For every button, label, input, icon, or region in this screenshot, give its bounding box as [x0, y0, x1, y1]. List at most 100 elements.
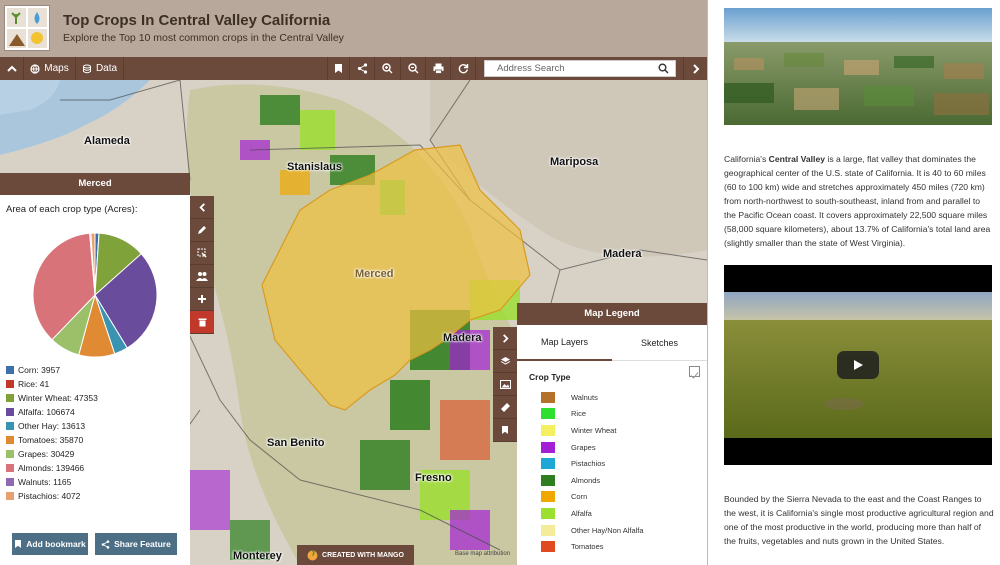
print-button[interactable]	[426, 57, 451, 80]
share-feature-button[interactable]: Share Feature	[95, 533, 177, 555]
address-search-input[interactable]	[485, 61, 655, 76]
basemap-button[interactable]	[493, 373, 517, 396]
app-logo	[4, 5, 50, 51]
crop-legend-label: Almonds	[571, 475, 601, 485]
intro-paragraph: California's Central Valley is a large, …	[724, 152, 994, 250]
crop-legend-label: Pistachios	[571, 459, 606, 469]
video-player[interactable]	[724, 265, 992, 465]
pie-legend-item: Grapes: 30429	[6, 447, 98, 461]
globe-icon	[30, 63, 40, 74]
crop-color-swatch	[541, 541, 555, 553]
pie-legend-item: Pistachios: 4072	[6, 489, 98, 503]
legend-swatch	[6, 436, 14, 444]
add-feature-button[interactable]	[190, 288, 214, 311]
pie-legend-label: Grapes: 30429	[18, 449, 75, 459]
tab-map-layers[interactable]: Map Layers	[517, 325, 612, 361]
county-info-panel: Merced Area of each crop type (Acres): C…	[0, 173, 190, 565]
refresh-button[interactable]	[451, 57, 476, 80]
crop-color-swatch	[541, 391, 555, 403]
select-area-icon	[197, 248, 207, 258]
collapse-header-button[interactable]	[0, 57, 24, 80]
crop-legend-label: Tomatoes	[571, 542, 604, 552]
intro-bold-term: Central Valley	[768, 154, 826, 164]
image-icon	[499, 379, 511, 389]
measure-button[interactable]	[493, 396, 517, 419]
zoom-in-button[interactable]	[375, 57, 401, 80]
pie-legend-label: Pistachios: 4072	[18, 491, 81, 501]
legend-tools	[493, 327, 517, 442]
layers-button[interactable]	[493, 350, 517, 373]
main-toolbar: Maps Data	[0, 57, 707, 80]
crop-legend-item: Almonds	[541, 472, 644, 489]
crop-legend-label: Rice	[571, 409, 587, 419]
county-label-san-benito: San Benito	[267, 437, 325, 449]
data-label: Data	[95, 63, 118, 74]
bookmark-tool-button[interactable]	[327, 57, 350, 80]
legend-swatch	[6, 478, 14, 486]
crop-color-swatch	[541, 424, 555, 436]
crop-legend-label: Winter Wheat	[571, 425, 617, 435]
address-search-box	[484, 60, 676, 77]
draw-tool-button[interactable]	[190, 219, 214, 242]
collapse-panel-button[interactable]	[190, 196, 214, 219]
share-feature-label: Share Feature	[114, 539, 171, 549]
collapse-legend-button[interactable]	[493, 327, 517, 350]
crop-legend-label: Alfalfa	[571, 508, 592, 518]
pie-legend-item: Tomatoes: 35870	[6, 433, 98, 447]
pie-legend-item: Almonds: 139466	[6, 461, 98, 475]
select-area-button[interactable]	[190, 242, 214, 265]
zoom-out-button[interactable]	[401, 57, 426, 80]
chevron-right-icon	[692, 63, 699, 74]
crop-legend-item: Alfalfa	[541, 505, 644, 522]
print-icon	[433, 63, 443, 74]
app-root: Top Crops In Central Valley California E…	[0, 0, 1000, 565]
mango-logo-icon	[307, 549, 318, 560]
crop-area-pie-chart[interactable]	[30, 230, 160, 360]
plus-icon	[198, 295, 206, 303]
crop-color-swatch	[541, 524, 555, 536]
county-label-madera: Madera	[443, 332, 482, 344]
county-panel-tools	[190, 196, 214, 334]
chart-title: Area of each crop type (Acres):	[6, 204, 138, 215]
group-tool-button[interactable]	[190, 265, 214, 288]
mango-badge-label: CREATED WITH MANGO	[322, 551, 404, 559]
legend-swatch	[6, 422, 14, 430]
zoom-out-icon	[407, 63, 418, 74]
pie-legend-label: Rice: 41	[18, 379, 50, 389]
created-with-mango-badge[interactable]: CREATED WITH MANGO	[297, 545, 414, 565]
data-button[interactable]: Data	[76, 57, 124, 80]
maps-button[interactable]: Maps	[24, 57, 76, 80]
legend-bookmark-button[interactable]	[493, 419, 517, 442]
add-bookmark-label: Add bookmark	[26, 539, 86, 549]
crop-legend-label: Corn	[571, 492, 588, 502]
share-tool-button[interactable]	[350, 57, 375, 80]
ruler-icon	[500, 402, 510, 412]
county-label-stanislaus: Stanislaus	[287, 161, 343, 173]
basemap-attribution[interactable]: Base map attribution	[455, 551, 510, 557]
legend-swatch	[6, 366, 14, 374]
pie-legend-label: Alfalfa: 106674	[18, 407, 75, 417]
crop-legend-item: Corn	[541, 489, 644, 506]
crop-type-layer-checkbox[interactable]	[689, 366, 700, 379]
county-label-madera-north: Madera	[603, 248, 642, 260]
pie-legend-item: Winter Wheat: 47353	[6, 391, 98, 405]
search-icon[interactable]	[658, 63, 669, 74]
delete-feature-button[interactable]	[190, 311, 214, 334]
add-bookmark-button[interactable]: Add bookmark	[12, 533, 88, 555]
tab-sketches[interactable]: Sketches	[612, 325, 707, 361]
crop-legend-label: Walnuts	[571, 392, 598, 402]
bookmark-icon	[502, 426, 508, 434]
app-title: Top Crops In Central Valley California	[63, 12, 331, 29]
chevron-up-icon	[6, 65, 17, 72]
pie-legend-item: Walnuts: 1165	[6, 475, 98, 489]
expand-right-pane-button[interactable]	[683, 57, 707, 80]
legend-swatch	[6, 450, 14, 458]
check-icon	[690, 372, 699, 379]
crop-legend-item: Other Hay/Non Alfalfa	[541, 522, 644, 539]
crop-color-swatch	[541, 458, 555, 470]
pie-legend-label: Corn: 3957	[18, 365, 61, 375]
app-subtitle: Explore the Top 10 most common crops in …	[63, 32, 344, 44]
county-label-mariposa: Mariposa	[550, 156, 599, 168]
play-button[interactable]	[837, 351, 879, 379]
crop-legend-item: Winter Wheat	[541, 422, 644, 439]
